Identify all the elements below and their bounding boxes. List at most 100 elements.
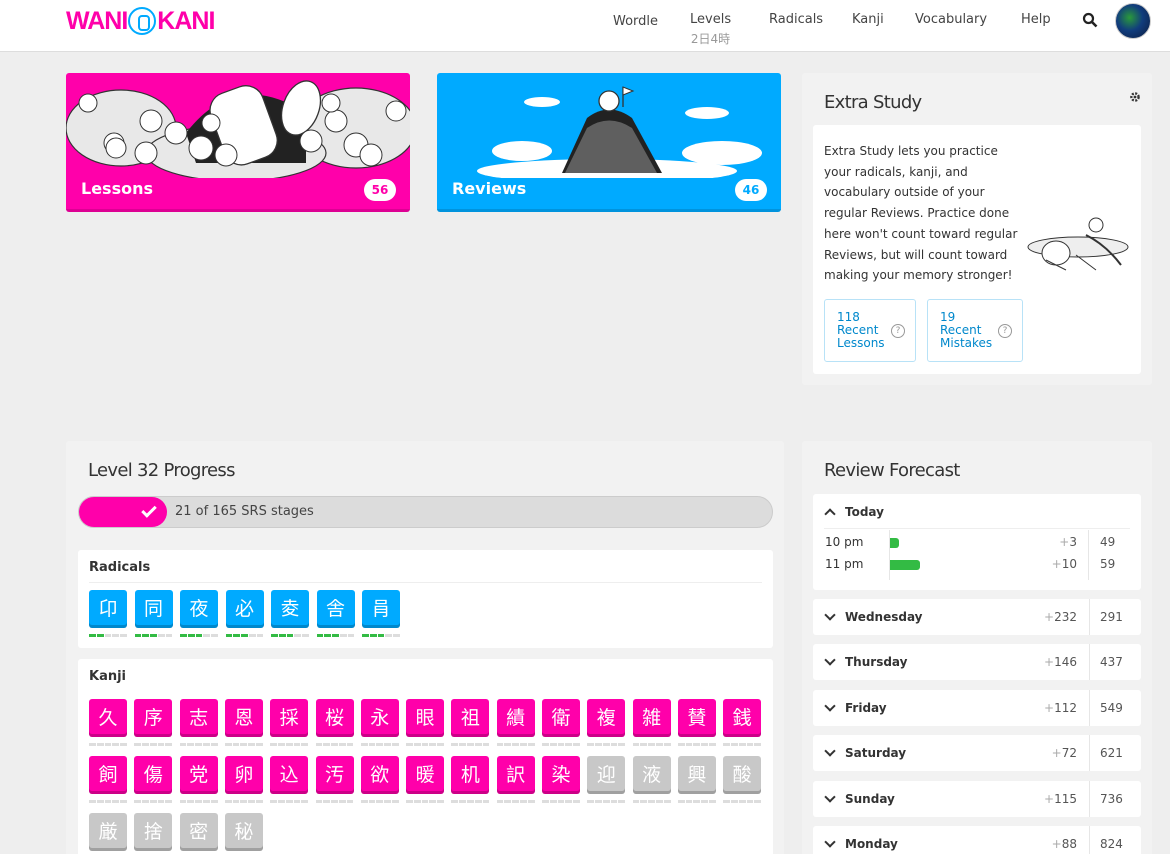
kanji-tile[interactable]: 酸 (723, 756, 762, 794)
nav-wordle[interactable]: Wordle (613, 14, 658, 29)
kanji-tile[interactable]: 汚 (315, 756, 354, 794)
kanji-tile[interactable]: 飼 (89, 756, 127, 794)
recent-mistakes-button[interactable]: 19 Recent Mistakes ? (927, 299, 1023, 362)
forecast-day-row[interactable]: Sunday +115 736 (813, 780, 1141, 817)
divider (1089, 735, 1090, 772)
kanji-tile[interactable]: 複 (587, 699, 626, 737)
kanji-tile[interactable]: 密 (179, 813, 218, 851)
radical-tile[interactable]: 夌 (271, 590, 309, 628)
kanji-tile[interactable]: 眼 (406, 699, 445, 737)
kanji-tile[interactable]: 党 (179, 756, 218, 794)
kanji-tile[interactable]: 捨 (134, 813, 173, 851)
help-icon[interactable]: ? (998, 324, 1012, 338)
kanji-tile[interactable]: 恩 (224, 699, 263, 737)
chevron-down-icon[interactable] (824, 790, 836, 803)
kanji-tile[interactable]: 傷 (134, 756, 173, 794)
radical-tile[interactable]: 必 (225, 590, 264, 628)
forecast-day-plus-value: 232 (1054, 610, 1077, 624)
srs-stage-pips (587, 743, 626, 746)
kanji-tile[interactable]: 厳 (89, 813, 127, 851)
user-avatar[interactable] (1115, 3, 1151, 39)
divider (89, 582, 762, 583)
nav-help[interactable]: Help (1021, 12, 1051, 27)
srs-stage-pips (587, 800, 626, 803)
kanji-tile[interactable]: 興 (677, 756, 716, 794)
recent-lessons-button[interactable]: 118 Recent Lessons ? (824, 299, 916, 362)
kanji-tile[interactable]: 桜 (315, 699, 354, 737)
chevron-down-icon[interactable] (824, 609, 836, 621)
nav-wordle-label: Wordle (613, 14, 659, 29)
chevron-down-icon[interactable] (824, 654, 836, 667)
nav-vocabulary[interactable]: Vocabulary (915, 12, 987, 27)
kanji-tile[interactable]: 暖 (406, 756, 445, 794)
divider (1089, 599, 1090, 635)
kanji-tile[interactable]: 秘 (224, 813, 263, 851)
kanji-tile[interactable]: 机 (451, 756, 490, 794)
reviews-illustration (477, 86, 762, 178)
kanji-tile[interactable]: 込 (270, 756, 309, 794)
chevron-up-icon[interactable] (824, 508, 836, 520)
wanikani-logo[interactable]: WANI KANI (66, 6, 215, 36)
extra-study-illustration (1027, 217, 1129, 271)
nav-vocabulary-label: Vocabulary (915, 12, 988, 27)
forecast-today-label[interactable]: Today (845, 505, 884, 519)
forecast-day-row[interactable]: Friday +112 549 (813, 689, 1141, 726)
forecast-day-row[interactable]: Wednesday +232 291 (813, 599, 1141, 635)
kanji-tile[interactable]: 液 (632, 756, 671, 794)
radical-tile[interactable]: 肙 (362, 590, 400, 628)
kanji-tile[interactable]: 欲 (360, 756, 399, 794)
search-icon[interactable] (1082, 12, 1098, 28)
level-progress-fill (79, 497, 167, 527)
srs-stage-pips (542, 743, 580, 746)
srs-stage-pips (677, 743, 716, 746)
kanji-tile[interactable]: 久 (89, 699, 127, 737)
srs-stage-pips (315, 743, 354, 746)
radical-tile[interactable]: 舎 (316, 590, 355, 628)
kanji-tile[interactable]: 染 (542, 756, 580, 794)
gear-icon[interactable] (1129, 91, 1141, 103)
chevron-down-icon[interactable] (824, 700, 836, 712)
nav-kanji[interactable]: Kanji (852, 12, 884, 27)
kanji-tile[interactable]: 卵 (224, 756, 263, 794)
divider (1089, 780, 1090, 817)
radicals-section-title: Radicals (89, 560, 151, 575)
extra-study-body: Extra Study lets you practice your radic… (813, 125, 1141, 374)
forecast-hour-total: 59 (1100, 557, 1116, 571)
forecast-day-row[interactable]: Saturday +72 621 (813, 735, 1141, 772)
kanji-tile[interactable]: 績 (496, 699, 535, 737)
radical-tile[interactable]: 同 (134, 590, 173, 628)
reviews-card[interactable]: Reviews 46 (437, 73, 781, 212)
nav-levels[interactable]: Levels 2日4時 (690, 12, 731, 47)
kanji-tile[interactable]: 祖 (451, 699, 490, 737)
forecast-day-row[interactable]: Thursday +146 437 (813, 644, 1141, 681)
forecast-day-plus: +146 (1044, 655, 1077, 670)
radical-tile[interactable]: 夜 (180, 590, 218, 628)
kanji-tile[interactable]: 採 (270, 699, 309, 737)
srs-stage-pips (315, 800, 354, 803)
radical-tile[interactable]: 卬 (89, 590, 127, 628)
kanji-tile[interactable]: 銭 (723, 699, 762, 737)
kanji-tile[interactable]: 迎 (587, 756, 626, 794)
forecast-day-row[interactable]: Monday +88 824 (813, 826, 1141, 854)
checkmark-icon (141, 502, 157, 518)
lessons-card[interactable]: Lessons 56 (66, 73, 410, 212)
kanji-tile[interactable]: 訳 (496, 756, 535, 794)
kanji-tile[interactable]: 雑 (632, 699, 671, 737)
help-icon[interactable]: ? (891, 324, 905, 338)
forecast-day-plus: +232 (1044, 610, 1077, 624)
kanji-tile[interactable]: 志 (179, 699, 218, 737)
chevron-down-icon[interactable] (824, 836, 836, 848)
forecast-day-plus-value: 115 (1054, 791, 1077, 806)
kanji-tile[interactable]: 序 (134, 699, 173, 737)
nav-radicals[interactable]: Radicals (769, 12, 823, 27)
forecast-day-label: Thursday (845, 655, 908, 670)
reviews-label: Reviews (452, 179, 527, 198)
kanji-tile[interactable]: 衛 (542, 699, 580, 737)
kanji-tile[interactable]: 賛 (677, 699, 716, 737)
forecast-day-plus-value: 72 (1061, 746, 1077, 761)
kanji-tile[interactable]: 永 (360, 699, 399, 737)
forecast-hour-plus: +3 (1059, 535, 1077, 549)
srs-stage-pips (677, 800, 716, 803)
review-forecast-title: Review Forecast (824, 460, 960, 481)
chevron-down-icon[interactable] (824, 745, 836, 757)
